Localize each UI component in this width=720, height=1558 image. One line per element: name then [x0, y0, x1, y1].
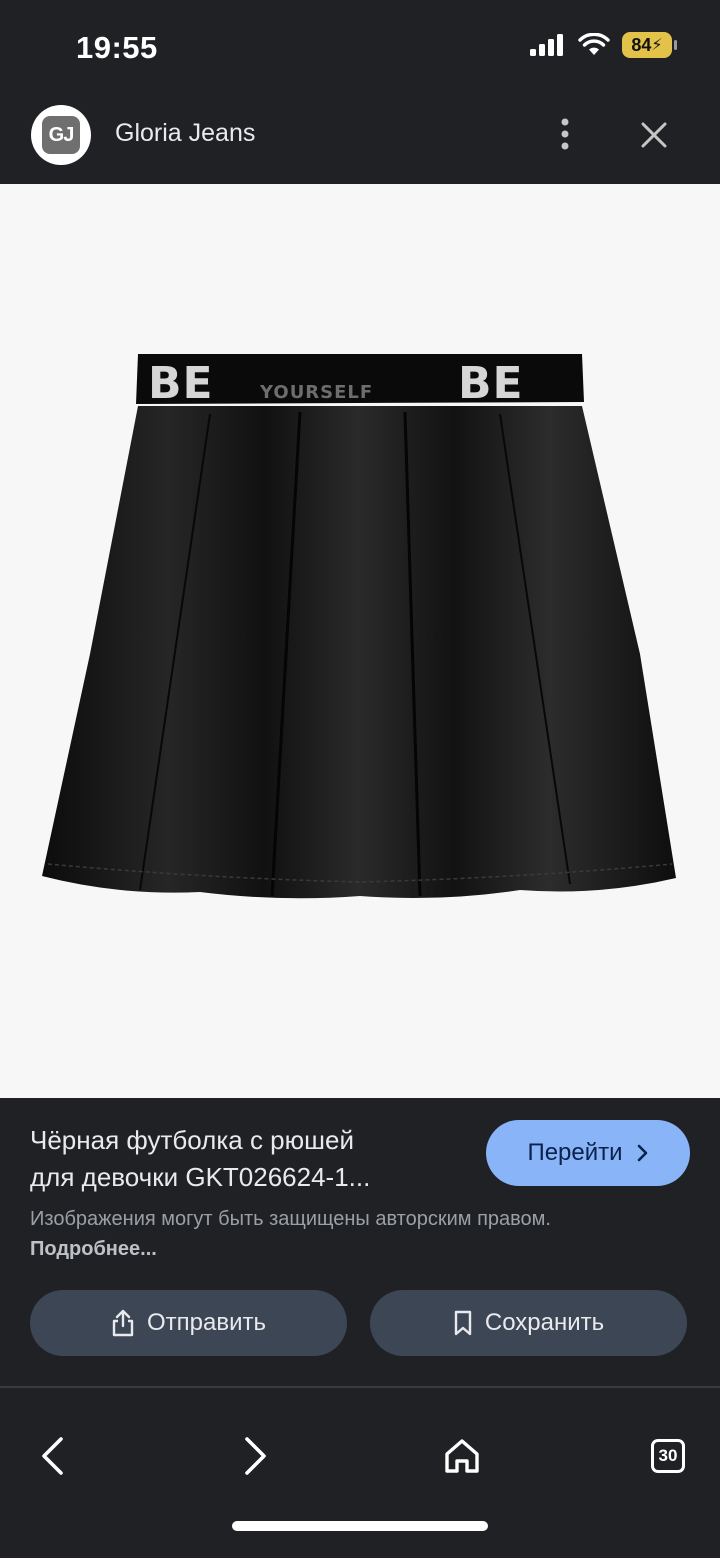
site-logo[interactable]: GJ [31, 105, 91, 165]
forward-button[interactable] [228, 1428, 284, 1484]
learn-more-link[interactable]: Подробнее... [30, 1238, 157, 1260]
tabs-count-icon: 30 [651, 1439, 685, 1473]
product-image[interactable]: BE YOURSELF BE [0, 184, 720, 1098]
status-bar: 19:55 84 ⚡ [0, 0, 720, 92]
home-indicator[interactable] [232, 1521, 488, 1531]
waistband-text-right: BE [458, 358, 524, 409]
site-logo-text: GJ [42, 116, 80, 154]
back-button[interactable] [24, 1428, 80, 1484]
visit-button[interactable]: Перейти [486, 1120, 690, 1186]
skirt-image [42, 354, 676, 899]
save-button-label: Сохранить [484, 1309, 605, 1336]
arrow-back-icon [42, 1437, 63, 1475]
battery-level: 84 [631, 34, 652, 55]
battery-icon: 84 ⚡ [622, 32, 677, 58]
save-button[interactable]: Сохранить [370, 1290, 687, 1356]
share-icon [112, 1309, 134, 1337]
waistband-text-left: BE [148, 358, 214, 409]
share-button-label: Отправить [146, 1309, 266, 1336]
product-title-line2: для девочки GKT026624-1... [30, 1162, 371, 1192]
waistband-text-middle: YOURSELF [260, 382, 374, 403]
share-button[interactable]: Отправить [30, 1290, 347, 1356]
status-time: 19:55 [76, 30, 158, 65]
copyright-disclaimer: Изображения могут быть защищены авторски… [30, 1204, 590, 1264]
cellular-signal-icon [530, 34, 563, 56]
arrow-forward-icon [245, 1437, 266, 1475]
close-button[interactable] [632, 113, 676, 157]
more-options-button[interactable] [545, 112, 585, 156]
close-icon [641, 122, 667, 148]
home-icon [445, 1439, 479, 1473]
bottom-navigation: 30 [0, 1388, 720, 1558]
product-title[interactable]: Чёрная футболка с рюшей для девочки GKT0… [30, 1122, 460, 1196]
home-button[interactable] [434, 1428, 490, 1484]
bookmark-icon [454, 1310, 472, 1336]
info-panel: Чёрная футболка с рюшей для девочки GKT0… [0, 1098, 720, 1386]
visit-button-label: Перейти [527, 1139, 623, 1166]
charging-bolt-icon: ⚡ [651, 37, 663, 54]
site-name[interactable]: Gloria Jeans [115, 119, 255, 148]
disclaimer-text: Изображения могут быть защищены авторски… [30, 1208, 551, 1230]
chevron-right-icon [637, 1144, 647, 1162]
wifi-icon [578, 33, 610, 55]
source-header: GJ Gloria Jeans [0, 92, 720, 184]
tabs-button[interactable]: 30 [640, 1428, 696, 1484]
product-title-line1: Чёрная футболка с рюшей [30, 1125, 354, 1155]
status-icons: 84 ⚡ [530, 32, 677, 58]
more-vert-icon [561, 118, 569, 150]
